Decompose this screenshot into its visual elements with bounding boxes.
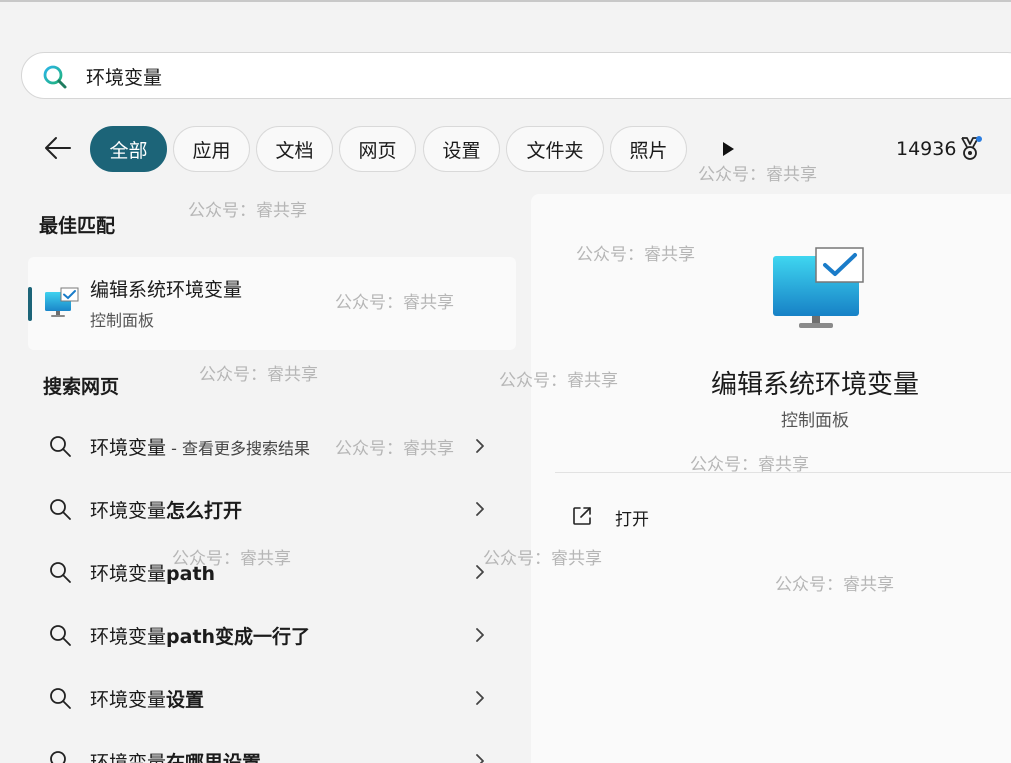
filter-apps[interactable]: 应用 xyxy=(173,126,250,172)
best-match-subtitle: 控制面板 xyxy=(90,311,155,330)
selection-indicator xyxy=(28,287,32,321)
back-arrow-icon[interactable] xyxy=(42,132,74,164)
web-result[interactable]: 环境变量 - 查看更多搜索结果 xyxy=(28,421,498,471)
system-settings-monitor-icon xyxy=(773,247,864,328)
search-icon xyxy=(50,688,71,709)
best-match-item[interactable]: 编辑系统环境变量 控制面板 xyxy=(28,257,516,350)
search-icon xyxy=(50,625,71,646)
search-icon xyxy=(50,562,71,583)
watermark-text: 公众号：睿共享 xyxy=(698,165,817,185)
divider xyxy=(555,472,1011,473)
detail-pane: 编辑系统环境变量 控制面板 打开 xyxy=(531,194,1011,763)
filter-web[interactable]: 网页 xyxy=(339,126,416,172)
web-result[interactable]: 环境变量设置 xyxy=(28,673,498,723)
web-result[interactable]: 环境变量path变成一行了 xyxy=(28,610,498,660)
web-result-text: 环境变量怎么打开 xyxy=(90,500,243,522)
open-external-icon xyxy=(573,507,591,525)
web-result-text: 环境变量在哪里设置 xyxy=(90,752,262,763)
rewards-points: 14936 xyxy=(896,138,957,160)
chevron-right-icon xyxy=(476,628,484,642)
filter-folders[interactable]: 文件夹 xyxy=(506,126,604,172)
more-filters-icon[interactable] xyxy=(718,139,738,159)
chevron-right-icon xyxy=(476,691,484,705)
web-result-text: 环境变量path xyxy=(90,563,216,585)
filter-documents[interactable]: 文档 xyxy=(256,126,333,172)
search-window: 全部 应用 文档 网页 设置 文件夹 照片 14936 最佳匹配 xyxy=(0,0,1011,763)
detail-title: 编辑系统环境变量 xyxy=(710,370,919,400)
open-action[interactable]: 打开 xyxy=(563,499,763,535)
search-input[interactable] xyxy=(86,61,686,91)
search-icon xyxy=(50,499,71,520)
web-result[interactable]: 环境变量path xyxy=(28,547,498,597)
chevron-right-icon xyxy=(476,439,484,453)
top-border xyxy=(0,0,1011,2)
rewards-medal-icon[interactable] xyxy=(956,135,984,163)
search-icon xyxy=(43,65,67,89)
best-match-title: 编辑系统环境变量 xyxy=(90,279,243,301)
watermark-text: 公众号：睿共享 xyxy=(199,365,318,385)
web-result-text: 环境变量 - 查看更多搜索结果 xyxy=(90,437,310,459)
filter-settings[interactable]: 设置 xyxy=(423,126,500,172)
chevron-right-icon xyxy=(476,754,484,763)
web-result-text: 环境变量path变成一行了 xyxy=(90,626,311,648)
web-search-heading: 搜索网页 xyxy=(43,376,120,398)
filter-photos[interactable]: 照片 xyxy=(610,126,687,172)
search-icon xyxy=(50,751,66,763)
chevron-right-icon xyxy=(476,565,484,579)
best-match-heading: 最佳匹配 xyxy=(39,215,116,237)
watermark-text: 公众号：睿共享 xyxy=(188,201,307,221)
web-result[interactable]: 环境变量怎么打开 xyxy=(28,484,498,534)
open-label: 打开 xyxy=(615,510,649,530)
search-icon xyxy=(50,436,71,457)
web-result-text: 环境变量设置 xyxy=(90,689,205,711)
search-bar[interactable] xyxy=(21,52,1011,99)
chevron-right-icon xyxy=(476,502,484,516)
web-result[interactable]: 环境变量在哪里设置 xyxy=(28,736,498,763)
system-settings-monitor-icon xyxy=(45,287,79,317)
detail-subtitle: 控制面板 xyxy=(781,411,849,431)
filter-all[interactable]: 全部 xyxy=(90,126,167,172)
